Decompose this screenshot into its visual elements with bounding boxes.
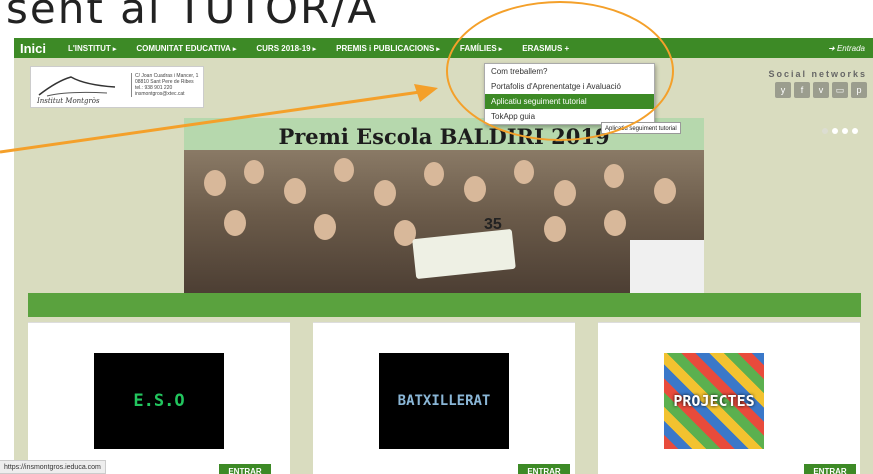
slider-dots — [822, 128, 858, 134]
pointer-arrow-icon — [0, 84, 438, 154]
card-image-text: PROJECTES — [673, 392, 755, 410]
login-icon: ➜ — [828, 43, 837, 53]
card-image[interactable]: PROJECTES — [664, 353, 764, 449]
enter-button[interactable]: ENTRAR — [518, 464, 570, 474]
nav-home-link[interactable]: Inici — [14, 41, 58, 56]
caret-icon: ▸ — [436, 45, 440, 53]
main-navbar: Inici L'INSTITUT ▸ COMUNITAT EDUCATIVA ▸ C… — [14, 38, 873, 58]
status-bar-url: https://insmontgros.ieduca.com — [0, 460, 106, 474]
card-eso: E.S.O ENTRAR — [28, 322, 290, 474]
nav-label: COMUNITAT EDUCATIVA — [136, 43, 231, 53]
slider-dot[interactable] — [832, 128, 838, 134]
card-projectes: PROJECTES ENTRAR — [598, 322, 860, 474]
slider-dot[interactable] — [822, 128, 828, 134]
caret-icon: ▸ — [312, 45, 317, 53]
nav-label: PREMIS i PUBLICACIONS — [336, 43, 435, 53]
login-link[interactable]: ➜ Entrada — [828, 44, 873, 53]
card-image-text: BATXILLERAT — [397, 393, 491, 409]
caret-icon: ▸ — [112, 45, 117, 53]
award-number: 35 — [484, 216, 502, 233]
enter-button[interactable]: ENTRAR — [804, 464, 856, 474]
person-face — [224, 210, 246, 236]
person-face — [654, 178, 676, 204]
slider-dot[interactable] — [852, 128, 858, 134]
nav-label: L'INSTITUT — [68, 43, 111, 53]
vimeo-icon[interactable]: v — [813, 82, 829, 98]
award-poster — [630, 240, 704, 294]
card-batxillerat: BATXILLERAT ENTRAR — [313, 322, 575, 474]
person-face — [514, 160, 534, 184]
card-image-text: E.S.O — [133, 391, 185, 411]
slide-title: sent al TUTOR/A — [6, 0, 379, 33]
enter-button[interactable]: ENTRAR — [219, 464, 271, 474]
social-title: Social networks — [768, 69, 867, 79]
youtube-icon[interactable]: y — [775, 82, 791, 98]
facebook-icon[interactable]: f — [794, 82, 810, 98]
social-networks: Social networks y f v ▭ p — [768, 69, 867, 98]
pinterest-icon[interactable]: p — [851, 82, 867, 98]
flickr-icon[interactable]: ▭ — [832, 82, 848, 98]
nav-item-curs[interactable]: CURS 2018-19 ▸ — [246, 44, 326, 53]
award-banner — [412, 228, 516, 280]
slider-dot[interactable] — [842, 128, 848, 134]
person-face — [604, 164, 624, 188]
person-face — [544, 216, 566, 242]
login-label: Entrada — [836, 43, 865, 53]
card-image[interactable]: E.S.O — [94, 353, 224, 449]
green-strip — [28, 293, 861, 317]
caret-icon: ▸ — [232, 45, 237, 53]
highlight-circle — [446, 1, 674, 141]
person-face — [314, 214, 336, 240]
person-face — [554, 180, 576, 206]
person-face — [464, 176, 486, 202]
nav-item-premis[interactable]: PREMIS i PUBLICACIONS ▸ — [326, 44, 450, 53]
nav-item-institut[interactable]: L'INSTITUT ▸ — [58, 44, 126, 53]
card-image[interactable]: BATXILLERAT — [379, 353, 509, 449]
person-face — [604, 210, 626, 236]
nav-label: CURS 2018-19 — [256, 43, 311, 53]
nav-item-comunitat[interactable]: COMUNITAT EDUCATIVA ▸ — [126, 44, 246, 53]
